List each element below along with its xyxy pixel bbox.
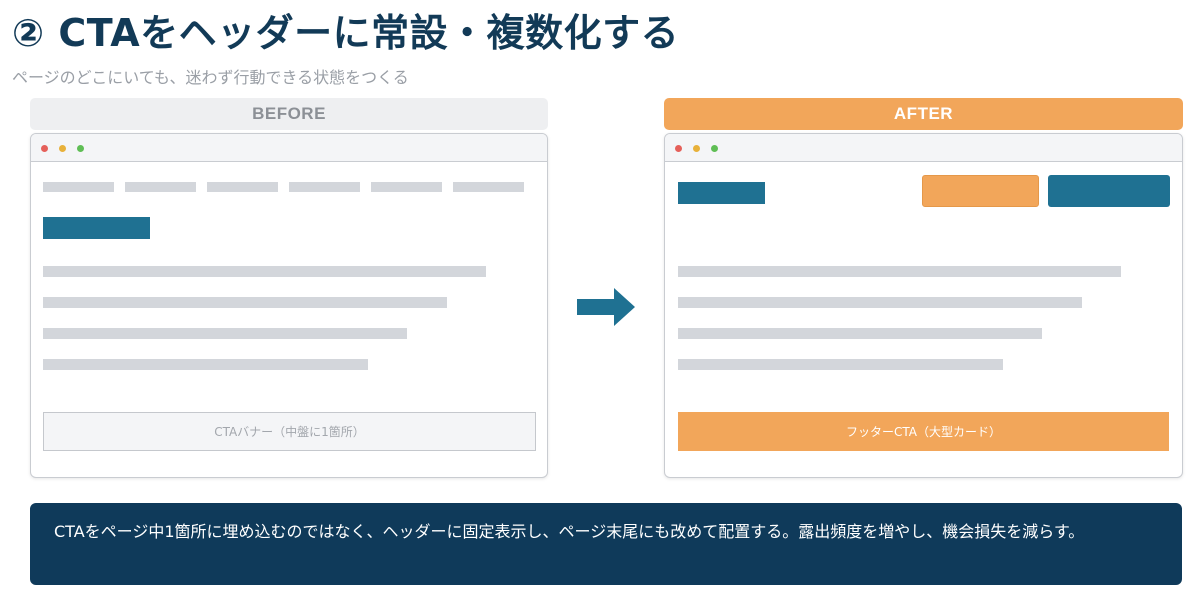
header-cta-button-primary (1048, 175, 1170, 207)
page-subtitle: ページのどこにいても、迷わず行動できる状態をつくる (12, 68, 409, 87)
cta-banner: CTAバナー（中盤に1箇所） (43, 412, 536, 451)
browser-chrome-bar (665, 134, 1182, 162)
after-label: AFTER (664, 98, 1183, 130)
nav-placeholder (43, 182, 114, 192)
nav-placeholder (453, 182, 524, 192)
logo-placeholder (43, 217, 150, 239)
text-line-placeholder (43, 328, 407, 339)
nav-placeholder (125, 182, 196, 192)
page-title: ② CTAをヘッダーに常設・複数化する (12, 11, 680, 55)
before-browser-mockup: CTAバナー（中盤に1箇所） (30, 133, 548, 478)
logo-placeholder (678, 182, 765, 204)
nav-placeholder (207, 182, 278, 192)
summary-note: CTAをページ中1箇所に埋め込むのではなく、ヘッダーに固定表示し、ページ末尾にも… (30, 503, 1182, 585)
maximize-dot-icon (77, 145, 84, 152)
minimize-dot-icon (693, 145, 700, 152)
text-line-placeholder (678, 328, 1042, 339)
close-dot-icon (41, 145, 48, 152)
footer-cta-card: フッターCTA（大型カード） (678, 412, 1169, 451)
right-arrow-icon (577, 288, 635, 326)
minimize-dot-icon (59, 145, 66, 152)
after-browser-mockup: フッターCTA（大型カード） (664, 133, 1183, 478)
text-line-placeholder (43, 297, 447, 308)
nav-placeholder (371, 182, 442, 192)
browser-chrome-bar (31, 134, 547, 162)
text-line-placeholder (678, 266, 1121, 277)
text-line-placeholder (678, 297, 1082, 308)
nav-placeholder (289, 182, 360, 192)
before-label: BEFORE (30, 98, 548, 130)
text-line-placeholder (43, 266, 486, 277)
text-line-placeholder (678, 359, 1003, 370)
text-line-placeholder (43, 359, 368, 370)
header-cta-button-secondary (922, 175, 1039, 207)
maximize-dot-icon (711, 145, 718, 152)
close-dot-icon (675, 145, 682, 152)
